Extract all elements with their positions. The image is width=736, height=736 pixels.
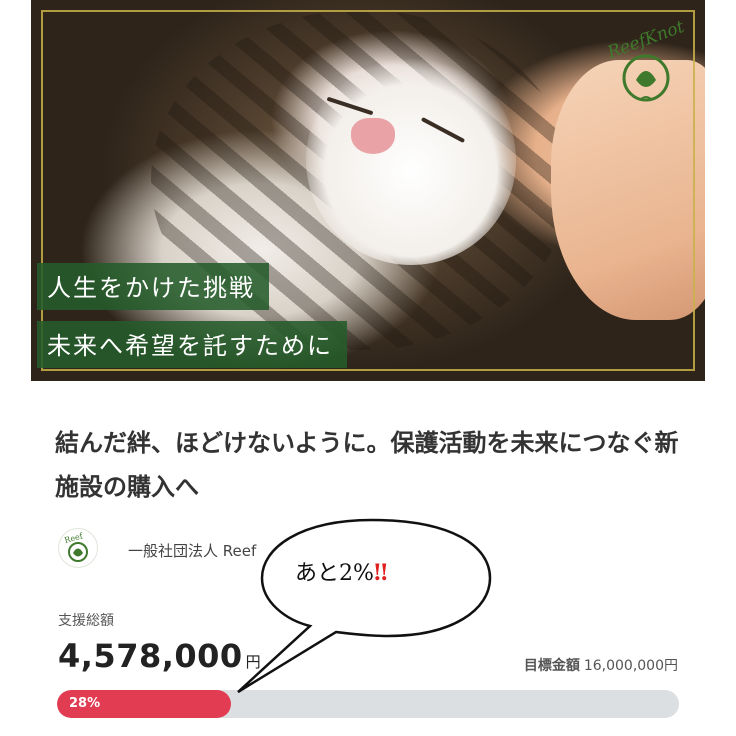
goal-amount: 目標金額 16,000,000円	[524, 655, 678, 675]
reefknot-logo-icon: Reef	[63, 531, 88, 562]
hero-frame	[41, 10, 695, 371]
double-exclamation-icon: ‼	[373, 560, 388, 586]
organizer-name[interactable]: 一般社団法人 Reef 俊	[128, 540, 446, 561]
support-total-amount: 4,578,000 円	[58, 637, 261, 675]
goal-value: 16,000,000円	[583, 658, 678, 674]
hero-banner-line1: 人生をかけた挑戦	[37, 263, 269, 310]
wreath-icon	[622, 54, 670, 102]
organizer-avatar[interactable]: Reef	[58, 528, 98, 568]
project-title[interactable]: 結んだ絆、ほどけないように。保護活動を未来につなぐ新施設の購入へ	[55, 421, 685, 509]
progress-percent: 28%	[69, 696, 101, 711]
callout-text: あと2%‼	[295, 555, 388, 587]
organizer-name-text: 一般社団法人 Reef	[128, 542, 257, 560]
goal-label: 目標金額	[523, 658, 580, 674]
reefknot-logo: ReefKnot	[605, 17, 687, 120]
hero-image: ReefKnot 人生をかけた挑戦 未来へ希望を託すために	[31, 0, 705, 381]
callout-main: あと2%	[295, 561, 374, 586]
hero-banner-line2: 未来へ希望を託すために	[37, 321, 347, 368]
organizer-name-tail: 俊	[431, 542, 447, 560]
funding-progress-bar: 28%	[57, 690, 679, 718]
support-amount-unit: 円	[245, 653, 262, 671]
support-total-label: 支援総額	[58, 613, 114, 629]
support-amount-value: 4,578,000	[58, 637, 243, 675]
